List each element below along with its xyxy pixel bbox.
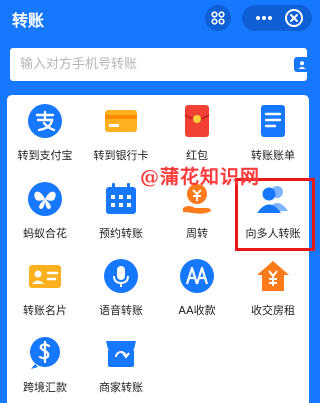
mini-program-capsule	[242, 5, 312, 31]
option-label: 商家转账	[99, 381, 143, 394]
phone-search-box	[10, 48, 309, 81]
option-transfer-to-alipay[interactable]: 转到支付宝	[7, 95, 83, 165]
option-merchant-transfer[interactable]: 商家转账	[83, 327, 159, 397]
aa-icon	[180, 259, 214, 293]
page-title: 转账	[12, 11, 45, 30]
option-ant-flower[interactable]: 蚂蚁合花	[7, 173, 83, 243]
option-label: 转账账单	[251, 149, 295, 162]
option-transfer-to-bank-card[interactable]: 转到银行卡	[83, 95, 159, 165]
more-icon[interactable]	[254, 11, 274, 25]
option-transfer-bill[interactable]: 转账账单	[235, 95, 311, 165]
option-label: 转到银行卡	[93, 149, 149, 162]
option-label: 转到支付宝	[17, 149, 73, 162]
option-label: 跨境汇款	[23, 381, 67, 394]
close-icon[interactable]	[284, 8, 304, 28]
option-label: 收交房租	[251, 304, 295, 317]
calendar-icon	[106, 183, 136, 214]
option-aa-collection[interactable]: AA收款	[159, 250, 235, 320]
option-transfer-name-card[interactable]: 转账名片	[7, 250, 83, 320]
option-label: 语音转账	[99, 304, 143, 317]
name-card-icon	[29, 265, 61, 288]
contact-icon	[298, 60, 305, 69]
option-label: 转账名片	[23, 304, 67, 317]
option-label: 红包	[186, 149, 208, 162]
bill-icon	[261, 105, 285, 137]
red-envelope-icon	[184, 105, 210, 137]
option-red-envelope[interactable]: 红包	[159, 95, 235, 165]
option-label: 预约转账	[99, 227, 143, 240]
alipay-icon	[28, 104, 62, 138]
phone-input[interactable]	[10, 48, 270, 81]
house-icon	[257, 261, 289, 291]
header-bar: 转账	[0, 0, 317, 36]
contacts-button[interactable]	[294, 57, 309, 72]
option-cross-border-remittance[interactable]: 跨境汇款	[7, 327, 83, 397]
butterfly-icon	[28, 182, 62, 216]
scan-icon	[211, 11, 225, 25]
watermark-text: @蒲花知识网	[140, 166, 261, 188]
option-label: 周转	[186, 227, 208, 240]
microphone-icon	[104, 259, 138, 293]
bank-card-icon	[105, 110, 137, 132]
dollar-icon	[30, 337, 60, 369]
shop-icon	[106, 341, 136, 367]
option-label: AA收款	[178, 304, 216, 317]
scan-button[interactable]	[205, 5, 231, 31]
option-rent-payment[interactable]: 收交房租	[235, 250, 311, 320]
option-label: 蚂蚁合花	[23, 227, 67, 240]
option-voice-transfer[interactable]: 语音转账	[83, 250, 159, 320]
